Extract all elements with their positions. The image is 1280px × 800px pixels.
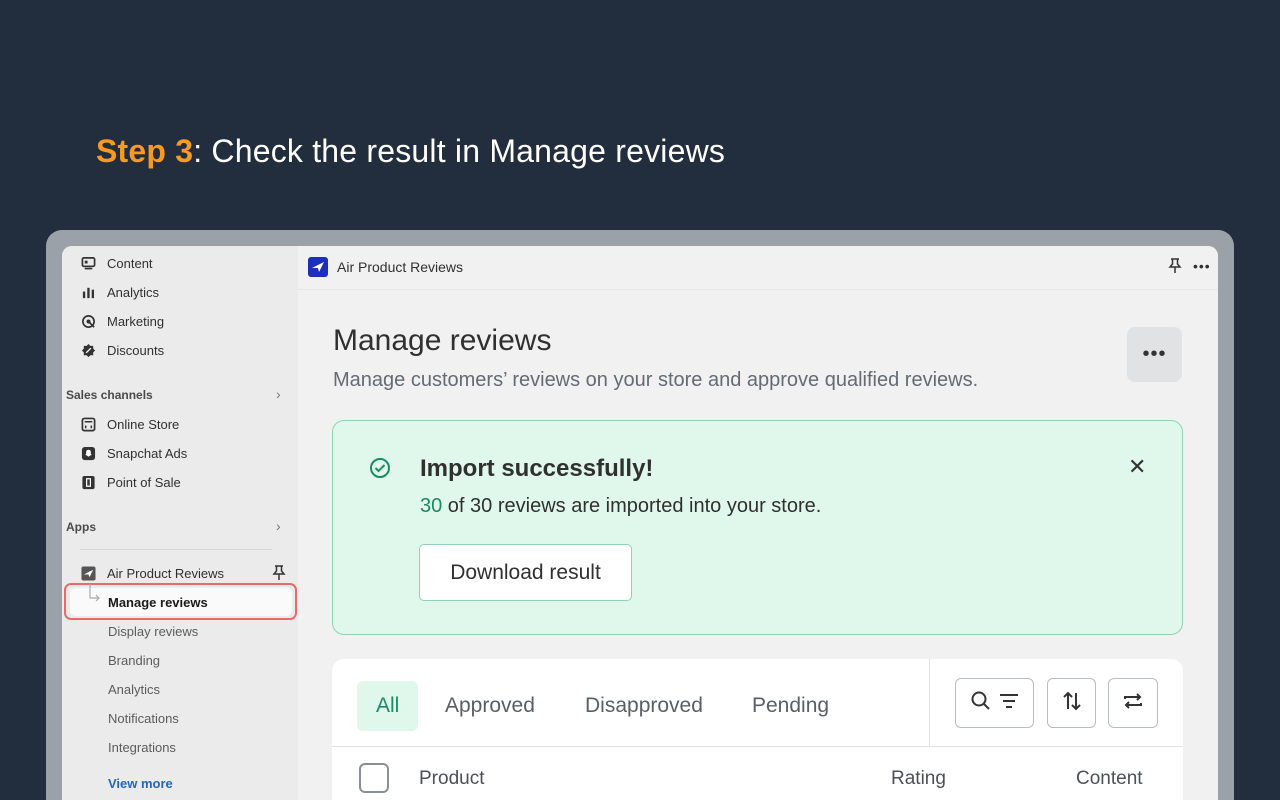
sidebar-item-label: Content <box>107 255 153 271</box>
download-result-button[interactable]: Download result <box>419 544 632 601</box>
divider <box>80 549 272 550</box>
marketing-icon <box>80 313 96 329</box>
close-icon[interactable]: ✕ <box>1128 454 1146 480</box>
step-label: Step 3 <box>96 133 194 169</box>
step-text: : Check the result in Manage reviews <box>193 133 726 169</box>
sales-channels-title: Sales channels <box>66 388 153 402</box>
sidebar-item-label: Analytics <box>107 284 160 300</box>
sidebar-sub-integrations[interactable]: Integrations <box>108 740 176 755</box>
reviews-card: All Approved Disapproved Pending Product… <box>332 659 1183 800</box>
admin-screen: Content Analytics Marketing Discounts Sa… <box>62 246 1218 800</box>
tab-pending[interactable]: Pending <box>733 681 848 731</box>
pos-icon <box>80 474 96 490</box>
sidebar: Content Analytics Marketing Discounts Sa… <box>62 246 298 800</box>
sidebar-item-marketing[interactable]: Marketing <box>80 310 164 332</box>
sidebar-sub-display-reviews[interactable]: Display reviews <box>108 624 198 639</box>
sidebar-sub-branding[interactable]: Branding <box>108 653 160 668</box>
sync-icon <box>1122 690 1144 717</box>
more-options-icon[interactable]: ••• <box>1193 258 1211 274</box>
pin-icon[interactable] <box>1168 258 1182 279</box>
app-topbar: Air Product Reviews ••• <box>298 246 1218 290</box>
table-header: Product Rating Content <box>332 746 1183 800</box>
app-logo-icon <box>308 257 328 277</box>
step-heading: Step 3: Check the result in Manage revie… <box>96 133 725 170</box>
air-reviews-app-icon <box>80 565 96 581</box>
more-actions-button[interactable]: ••• <box>1127 327 1182 382</box>
tab-disapproved[interactable]: Disapproved <box>566 681 722 731</box>
sidebar-item-snapchat-ads[interactable]: Snapchat Ads <box>80 442 187 464</box>
sidebar-sub-notifications[interactable]: Notifications <box>108 711 179 726</box>
apps-title: Apps <box>66 520 96 534</box>
column-product[interactable]: Product <box>419 768 484 790</box>
app-title: Air Product Reviews <box>337 259 464 275</box>
banner-title: Import successfully! <box>420 455 654 482</box>
snapchat-icon <box>80 445 96 461</box>
divider <box>929 659 930 746</box>
sidebar-item-label: Online Store <box>107 416 180 432</box>
chevron-right-icon[interactable]: › <box>276 386 281 402</box>
sync-button[interactable] <box>1108 678 1158 728</box>
sidebar-item-label: Air Product Reviews <box>107 565 225 581</box>
search-filter-button[interactable] <box>955 678 1034 728</box>
more-options-icon: ••• <box>1142 343 1167 365</box>
sort-icon <box>1061 690 1083 717</box>
page-title: Manage reviews <box>333 324 552 357</box>
banner-message-text: of 30 reviews are imported into your sto… <box>442 495 822 517</box>
sidebar-item-point-of-sale[interactable]: Point of Sale <box>80 471 181 493</box>
sidebar-item-online-store[interactable]: Online Store <box>80 413 179 435</box>
banner-message: 30 of 30 reviews are imported into your … <box>420 495 821 518</box>
column-rating[interactable]: Rating <box>891 768 946 790</box>
discounts-icon <box>80 342 96 358</box>
sidebar-item-content[interactable]: Content <box>80 252 153 274</box>
tree-connector-icon <box>88 584 102 609</box>
sort-button[interactable] <box>1047 678 1096 728</box>
sidebar-item-label: Snapchat Ads <box>107 445 188 461</box>
view-more-link[interactable]: View more <box>108 776 173 791</box>
check-circle-icon <box>369 457 391 484</box>
search-icon <box>970 690 992 717</box>
success-banner: Import successfully! 30 of 30 reviews ar… <box>332 420 1183 635</box>
tab-approved[interactable]: Approved <box>426 681 554 731</box>
page-subtitle: Manage customers’ reviews on your store … <box>333 369 979 391</box>
filter-icon <box>998 690 1020 717</box>
sidebar-sub-analytics[interactable]: Analytics <box>108 682 160 697</box>
imported-count: 30 <box>420 495 443 517</box>
sidebar-item-label: Point of Sale <box>107 474 181 490</box>
content-icon <box>80 255 96 271</box>
tab-all[interactable]: All <box>357 681 419 731</box>
sidebar-item-discounts[interactable]: Discounts <box>80 339 164 361</box>
sidebar-item-label: Marketing <box>107 313 165 329</box>
store-icon <box>80 416 96 432</box>
column-content[interactable]: Content <box>1076 768 1143 790</box>
analytics-icon <box>80 284 96 300</box>
sidebar-item-air-product-reviews[interactable]: Air Product Reviews <box>80 562 224 584</box>
select-all-checkbox[interactable] <box>359 763 389 793</box>
sidebar-item-label: Discounts <box>107 342 165 358</box>
chevron-right-icon[interactable]: › <box>276 518 281 534</box>
sidebar-sub-manage-reviews[interactable]: Manage reviews <box>108 595 208 610</box>
sidebar-item-analytics[interactable]: Analytics <box>80 281 159 303</box>
